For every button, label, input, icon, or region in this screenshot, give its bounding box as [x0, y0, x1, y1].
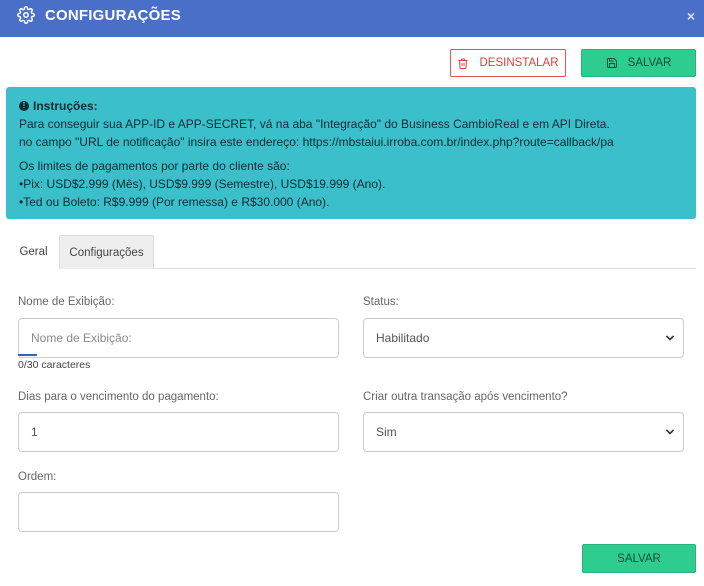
status-label: Status: [363, 296, 399, 308]
modal-header: CONFIGURAÇÕES × [0, 0, 704, 37]
instructions-alert: ! Instruções: Para conseguir sua APP-ID … [6, 87, 696, 219]
display-name-field [18, 318, 339, 358]
modal-title: CONFIGURAÇÕES [45, 7, 181, 24]
uninstall-button[interactable]: DESINSTALAR [450, 49, 566, 77]
alert-line: no campo "URL de notificação" insira est… [19, 135, 614, 149]
display-name-input[interactable] [31, 331, 326, 345]
alert-line: Os limites de pagamentos por parte do cl… [19, 159, 290, 173]
input-focus-indicator [18, 354, 37, 356]
due-days-field [18, 412, 339, 452]
alert-line: •Pix: USD$2.999 (Mês), USD$9.999 (Semest… [19, 177, 386, 191]
new-transaction-label: Criar outra transação após vencimento? [363, 391, 568, 403]
character-counter: 0/30 caracteres [18, 359, 91, 371]
tab-bar: Geral Configurações [8, 235, 696, 269]
due-days-input[interactable] [31, 425, 326, 439]
display-name-label: Nome de Exibição: [18, 296, 115, 308]
alert-line: •Ted ou Boleto: R$9.999 (Por remessa) e … [19, 195, 330, 209]
tab-configuracoes[interactable]: Configurações [59, 235, 154, 269]
order-field [18, 492, 339, 532]
save-button-bottom[interactable]: SALVAR [582, 544, 696, 573]
save-icon [606, 58, 617, 68]
alert-line: Para conseguir sua APP-ID e APP-SECRET, … [19, 117, 610, 131]
status-select-value: Habilitado [376, 331, 430, 345]
order-input[interactable] [31, 505, 326, 519]
save-button-top[interactable]: SALVAR [581, 49, 696, 77]
trash-icon [458, 58, 468, 69]
save-button-label: SALVAR [627, 57, 672, 69]
gear-icon [17, 6, 35, 24]
chevron-down-icon [665, 335, 675, 341]
due-days-label: Dias para o vencimento do pagamento: [18, 391, 219, 403]
status-select[interactable]: Habilitado [363, 318, 684, 358]
new-transaction-select[interactable]: Sim [363, 412, 684, 452]
alert-heading: Instruções: [33, 99, 98, 113]
save-button-bottom-label: SALVAR [617, 552, 661, 565]
close-icon[interactable]: × [687, 8, 695, 24]
info-icon: ! [19, 101, 29, 111]
uninstall-button-label: DESINSTALAR [479, 57, 559, 69]
chevron-down-icon [665, 429, 675, 435]
alert-heading-row: ! Instruções: [19, 97, 696, 115]
new-transaction-select-value: Sim [376, 425, 397, 439]
order-label: Ordem: [18, 471, 57, 483]
tab-geral[interactable]: Geral [8, 235, 59, 269]
